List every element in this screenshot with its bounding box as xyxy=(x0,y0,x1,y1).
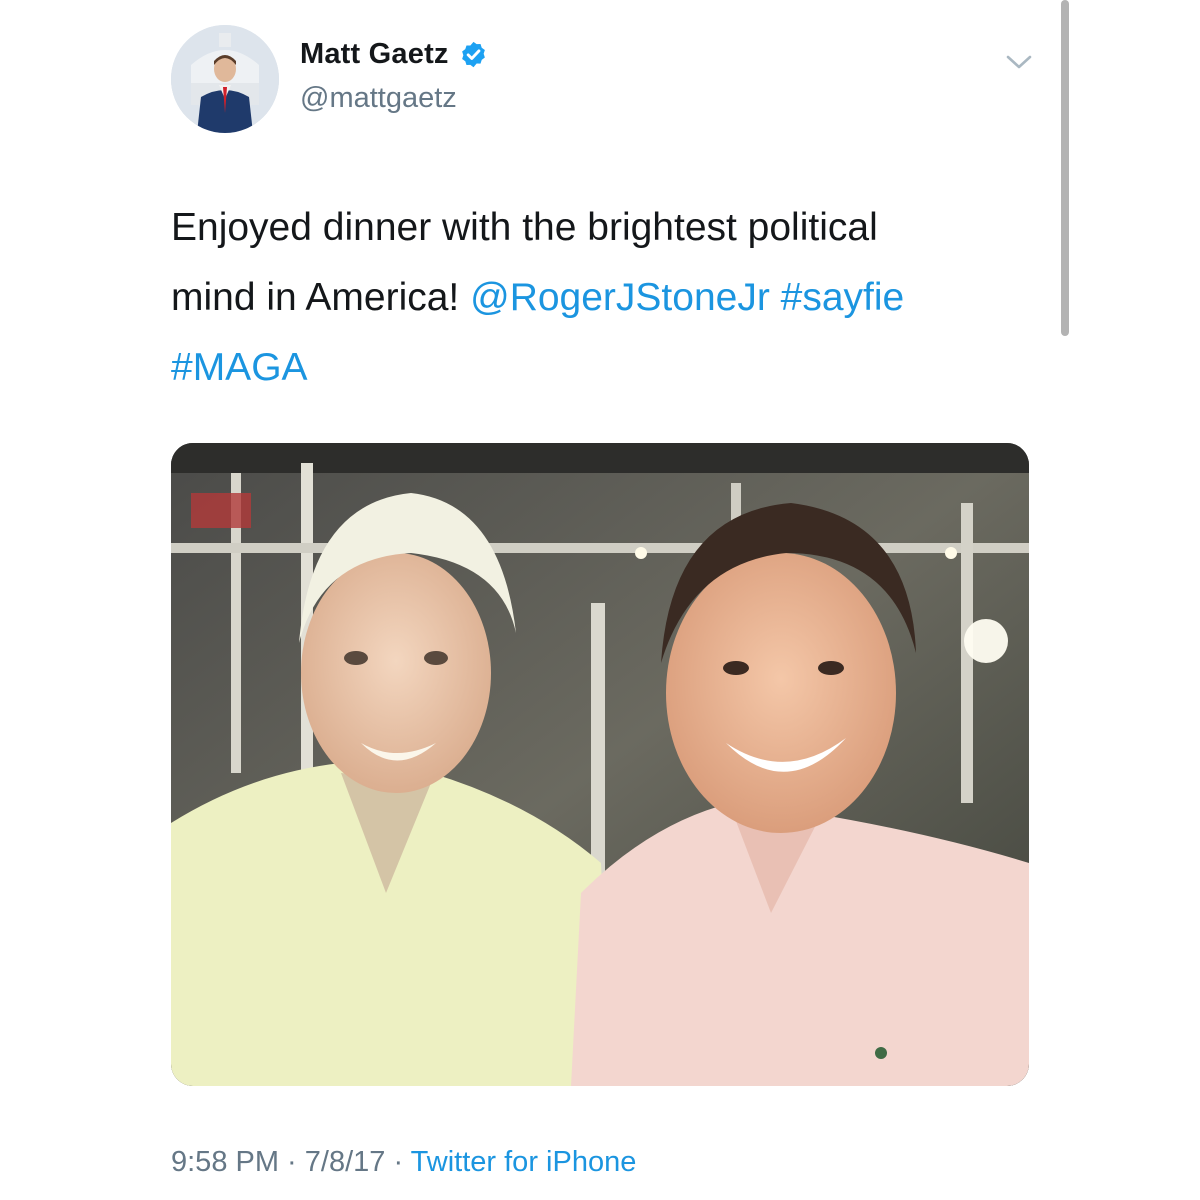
tweet-text-line-1: Enjoyed dinner with the brightest politi… xyxy=(171,206,878,249)
avatar[interactable] xyxy=(171,25,279,133)
tweet-text: Enjoyed dinner with the brightest politi… xyxy=(171,193,1051,403)
tweet-meta: 9:58 PM · 7/8/17 · Twitter for iPhone xyxy=(171,1146,636,1179)
avatar-photo xyxy=(171,25,279,133)
verified-badge-icon xyxy=(459,40,488,69)
name-row: Matt Gaetz xyxy=(300,38,488,71)
photo-image xyxy=(171,443,1029,1086)
chevron-down-icon[interactable] xyxy=(1004,50,1034,74)
tweet-text-line-2: mind in America! xyxy=(171,276,471,319)
tweet-photo[interactable] xyxy=(171,443,1029,1086)
tweet-time[interactable]: 9:58 PM xyxy=(171,1146,279,1178)
display-name[interactable]: Matt Gaetz xyxy=(300,38,449,71)
text-space xyxy=(770,276,781,319)
user-handle[interactable]: @mattgaetz xyxy=(300,82,457,115)
mention-link[interactable]: @RogerJStoneJr xyxy=(470,276,770,319)
tweet-source-link[interactable]: Twitter for iPhone xyxy=(411,1146,637,1178)
meta-separator: · xyxy=(279,1146,305,1178)
scrollbar[interactable] xyxy=(1061,0,1069,336)
tweet-date[interactable]: 7/8/17 xyxy=(305,1146,386,1178)
hashtag-link-sayfie[interactable]: #sayfie xyxy=(781,276,905,319)
tweet-card: Matt Gaetz @mattgaetz Enjoyed dinner wit… xyxy=(0,0,1200,1200)
hashtag-link-maga[interactable]: #MAGA xyxy=(171,346,308,389)
meta-separator: · xyxy=(385,1146,411,1178)
